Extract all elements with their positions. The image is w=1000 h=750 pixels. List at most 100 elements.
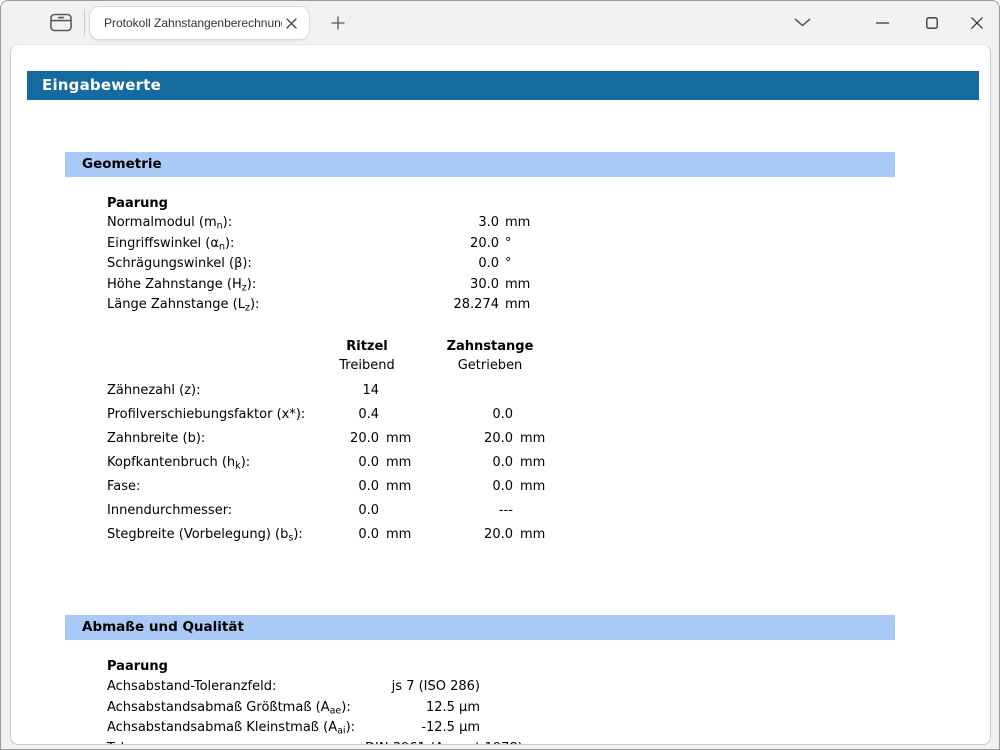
report-row: Achsabstandsabmaß Kleinstmaß (Aai):-12.5… xyxy=(107,718,895,739)
row-label: Fase: xyxy=(107,475,347,499)
row-value: js 7 (ISO 286) xyxy=(365,677,480,698)
row-label: Schrägungswinkel (β): xyxy=(107,254,347,275)
row-value-zahnstange: 20.0 xyxy=(423,523,513,547)
chevron-down-icon xyxy=(794,18,811,27)
row-value-ritzel: 14 xyxy=(347,379,379,403)
tab-protokoll[interactable]: Protokoll Zahnstangenberechnung xyxy=(89,6,310,40)
row-value-zahnstange xyxy=(423,379,513,403)
row-unit-ritzel: mm xyxy=(379,475,423,499)
row-value-ritzel: 0.0 xyxy=(347,451,379,475)
row-value: 20.0 xyxy=(347,234,499,255)
report-row: Fase:0.0mm0.0mm xyxy=(107,475,895,499)
row-value-ritzel: 0.0 xyxy=(347,499,379,523)
row-label: Eingriffswinkel (αn): xyxy=(107,234,347,255)
row-label: Profilverschiebungsfaktor (x*): xyxy=(107,403,347,427)
row-unit-ritzel xyxy=(379,379,423,403)
report-row: Höhe Zahnstange (Hz):30.0mm xyxy=(107,275,895,296)
report-row: Länge Zahnstange (Lz):28.274mm xyxy=(107,295,895,316)
section-abmasse: Abmaße und Qualität Paarung Achsabstand-… xyxy=(65,615,895,745)
column-zahnstange-role: Getrieben xyxy=(420,358,560,373)
section-header: Geometrie xyxy=(65,152,895,177)
row-unit: mm xyxy=(499,213,543,234)
row-label: Länge Zahnstange (Lz): xyxy=(107,295,347,316)
maximize-icon xyxy=(926,17,938,29)
row-unit: ° xyxy=(499,234,543,255)
column-ritzel-role: Treibend xyxy=(307,358,427,373)
row-label: Toleranznorm xyxy=(107,739,365,746)
report-row: Eingriffswinkel (αn):20.0° xyxy=(107,234,895,255)
row-unit-zahnstange: mm xyxy=(513,475,557,499)
row-label: Zahnbreite (b): xyxy=(107,427,347,451)
tab-list-icon xyxy=(50,13,72,32)
tab-bar-divider xyxy=(84,9,85,35)
row-value: DIN 3961 (August 1978) xyxy=(365,739,480,746)
row-label: Kopfkantenbruch (hk): xyxy=(107,451,347,475)
row-value-ritzel: 0.4 xyxy=(347,403,379,427)
report-row: Achsabstand-Toleranzfeld:js 7 (ISO 286) xyxy=(107,677,895,698)
row-unit-ritzel: mm xyxy=(379,427,423,451)
row-unit-zahnstange xyxy=(513,403,557,427)
row-unit-zahnstange: mm xyxy=(513,523,557,547)
row-value-ritzel: 20.0 xyxy=(347,427,379,451)
report-row: Profilverschiebungsfaktor (x*):0.4 0.0 xyxy=(107,403,895,427)
row-value: 3.0 xyxy=(347,213,499,234)
row-label: Innendurchmesser: xyxy=(107,499,347,523)
report-row: ToleranznormDIN 3961 (August 1978) xyxy=(107,739,895,746)
report-row: Schrägungswinkel (β):0.0° xyxy=(107,254,895,275)
report-row: Innendurchmesser:0.0 --- xyxy=(107,499,895,523)
row-unit-zahnstange xyxy=(513,499,557,523)
report-row: Achsabstandsabmaß Größtmaß (Aae):12.5 µm xyxy=(107,698,895,719)
new-tab-button[interactable] xyxy=(325,10,351,36)
tab-bar: Protokoll Zahnstangenberechnung xyxy=(1,1,999,44)
pair-rows: Normalmodul (mn):3.0mmEingriffswinkel (α… xyxy=(65,213,895,316)
row-unit-zahnstange: mm xyxy=(513,451,557,475)
minimize-icon xyxy=(876,22,889,24)
tab-title: Protokoll Zahnstangenberechnung xyxy=(104,16,282,30)
row-value-zahnstange: 0.0 xyxy=(423,475,513,499)
row-value-zahnstange: 20.0 xyxy=(423,427,513,451)
row-value: -12.5 µm xyxy=(365,718,480,739)
close-button[interactable] xyxy=(954,1,1000,44)
report-row: Normalmodul (mn):3.0mm xyxy=(107,213,895,234)
column-headers: Ritzel Zahnstange Treibend Getrieben xyxy=(65,339,895,379)
row-label: Normalmodul (mn): xyxy=(107,213,347,234)
row-label: Stegbreite (Vorbelegung) (bs): xyxy=(107,523,347,547)
table-rows: Zähnezahl (z):14Profilverschiebungsfakto… xyxy=(65,379,895,547)
report-row: Zähnezahl (z):14 xyxy=(107,379,895,403)
row-unit: ° xyxy=(499,254,543,275)
report-row: Zahnbreite (b):20.0mm20.0mm xyxy=(107,427,895,451)
row-value-zahnstange: 0.0 xyxy=(423,451,513,475)
tab-overview-button[interactable] xyxy=(45,9,77,36)
row-unit-ritzel xyxy=(379,499,423,523)
tab-menu-button[interactable] xyxy=(789,9,816,36)
plus-icon xyxy=(331,16,345,30)
row-unit-ritzel: mm xyxy=(379,451,423,475)
row-unit-zahnstange: mm xyxy=(513,427,557,451)
tab-close-icon[interactable] xyxy=(282,14,301,33)
row-unit: mm xyxy=(499,275,543,296)
row-value: 12.5 µm xyxy=(365,698,480,719)
row-value-zahnstange: 0.0 xyxy=(423,403,513,427)
banner-title: Eingabewerte xyxy=(42,76,161,94)
value-rows: Achsabstand-Toleranzfeld:js 7 (ISO 286)A… xyxy=(65,677,895,745)
row-unit-ritzel: mm xyxy=(379,523,423,547)
row-label: Achsabstandsabmaß Größtmaß (Aae): xyxy=(107,698,365,719)
row-label: Zähnezahl (z): xyxy=(107,379,347,403)
row-value: 30.0 xyxy=(347,275,499,296)
row-unit-zahnstange xyxy=(513,379,557,403)
row-value: 28.274 xyxy=(347,295,499,316)
app-window: Protokoll Zahnstangenberechnung xyxy=(0,0,1000,750)
row-value-zahnstange: --- xyxy=(423,499,513,523)
row-label: Höhe Zahnstange (Hz): xyxy=(107,275,347,296)
row-unit: mm xyxy=(499,295,543,316)
minimize-button[interactable] xyxy=(859,1,905,44)
column-ritzel: Ritzel xyxy=(307,339,427,355)
report-banner: Eingabewerte xyxy=(27,71,979,100)
row-value: 0.0 xyxy=(347,254,499,275)
section-geometrie: Geometrie Paarung Normalmodul (mn):3.0mm… xyxy=(65,152,895,547)
row-label: Achsabstandsabmaß Kleinstmaß (Aai): xyxy=(107,718,365,739)
subsection-paarung: Paarung xyxy=(107,196,895,212)
report-row: Kopfkantenbruch (hk):0.0mm0.0mm xyxy=(107,451,895,475)
close-icon xyxy=(971,17,983,29)
maximize-button[interactable] xyxy=(909,1,955,44)
